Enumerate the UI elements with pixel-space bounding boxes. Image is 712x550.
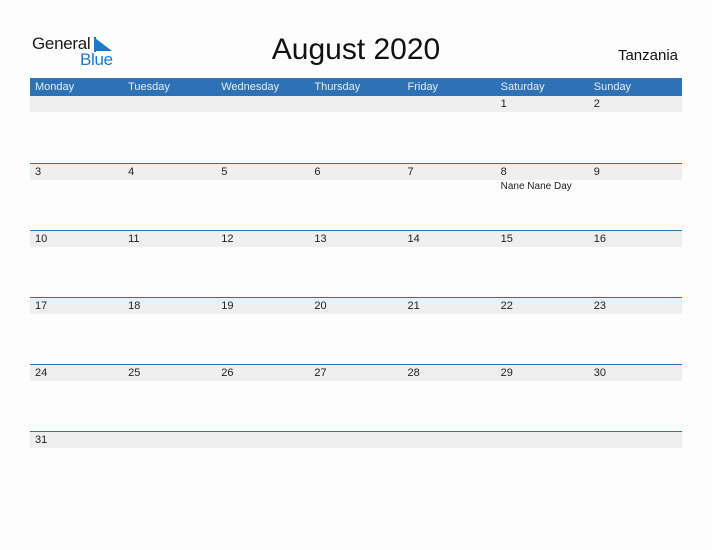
page-title: August 2020 (271, 33, 441, 66)
day-number: 19 (221, 300, 234, 312)
day-number (123, 432, 216, 448)
day-number (589, 432, 682, 448)
day-number (403, 96, 496, 112)
day-number (123, 96, 216, 112)
day-number: 15 (500, 233, 513, 245)
day-number (216, 432, 309, 448)
day-number: 23 (593, 300, 606, 312)
day-number (496, 432, 589, 448)
day-number: 14 (407, 233, 420, 245)
day-number: 16 (593, 233, 606, 245)
week-row: 24 25 26 27 28 29 30 (30, 364, 682, 431)
weekday-wednesday: Wednesday (221, 81, 280, 93)
week-row: 3 4 5 6 7 8 9 Nane Nane Day (30, 163, 682, 230)
day-number: 10 (35, 233, 48, 245)
holiday-label (30, 180, 123, 194)
date-strip: 3 4 5 6 7 8 9 (30, 164, 682, 180)
date-strip: 17 18 19 20 21 22 23 (30, 298, 682, 314)
day-number (309, 96, 402, 112)
day-number: 27 (314, 367, 327, 379)
day-number: 11 (128, 233, 140, 245)
date-strip: 24 25 26 27 28 29 30 (30, 365, 682, 381)
day-number (309, 432, 402, 448)
week-row: 10 11 12 13 14 15 16 (30, 230, 682, 297)
weekday-friday: Friday (407, 81, 439, 93)
holiday-label (216, 180, 309, 194)
week-row: 17 18 19 20 21 22 23 (30, 297, 682, 364)
day-number: 2 (593, 98, 600, 110)
day-number: 22 (500, 300, 513, 312)
day-number: 5 (221, 166, 228, 178)
calendar: Monday Tuesday Wednesday Thursday Friday… (30, 78, 682, 498)
day-number: 4 (128, 166, 135, 178)
date-strip: 10 11 12 13 14 15 16 (30, 231, 682, 247)
country-label: Tanzania (617, 47, 678, 64)
day-number: 20 (314, 300, 327, 312)
day-number: 21 (407, 300, 420, 312)
holiday-label (589, 180, 682, 194)
day-number: 1 (500, 98, 507, 110)
day-number (30, 96, 123, 112)
events-row: Nane Nane Day (30, 180, 682, 194)
day-number: 7 (407, 166, 414, 178)
holiday-label (123, 180, 216, 194)
day-number: 28 (407, 367, 420, 379)
day-number: 12 (221, 233, 234, 245)
date-strip: 31 (30, 432, 682, 448)
day-number: 30 (593, 367, 606, 379)
weekday-monday: Monday (35, 81, 75, 93)
day-number: 3 (35, 166, 42, 178)
weekday-saturday: Saturday (500, 81, 545, 93)
weekday-tuesday: Tuesday (128, 81, 170, 93)
day-number: 24 (35, 367, 48, 379)
day-number (403, 432, 496, 448)
holiday-label: Nane Nane Day (500, 181, 572, 192)
weekday-thursday: Thursday (314, 81, 361, 93)
day-number: 17 (35, 300, 48, 312)
day-number: 26 (221, 367, 234, 379)
holiday-label (403, 180, 496, 194)
day-number: 9 (593, 166, 600, 178)
date-strip: 12 (30, 96, 682, 112)
day-number: 6 (314, 166, 321, 178)
day-number: 8 (500, 166, 507, 178)
holiday-label (309, 180, 402, 194)
weekday-header: Monday Tuesday Wednesday Thursday Friday… (30, 78, 682, 96)
week-row: 31 (30, 431, 682, 498)
day-number: 25 (128, 367, 141, 379)
day-number: 18 (128, 300, 141, 312)
weekday-sunday: Sunday (593, 81, 632, 93)
day-number: 29 (500, 367, 513, 379)
day-number (216, 96, 309, 112)
day-number: 13 (314, 233, 327, 245)
day-number: 31 (35, 434, 48, 446)
week-row: 12 (30, 96, 682, 163)
